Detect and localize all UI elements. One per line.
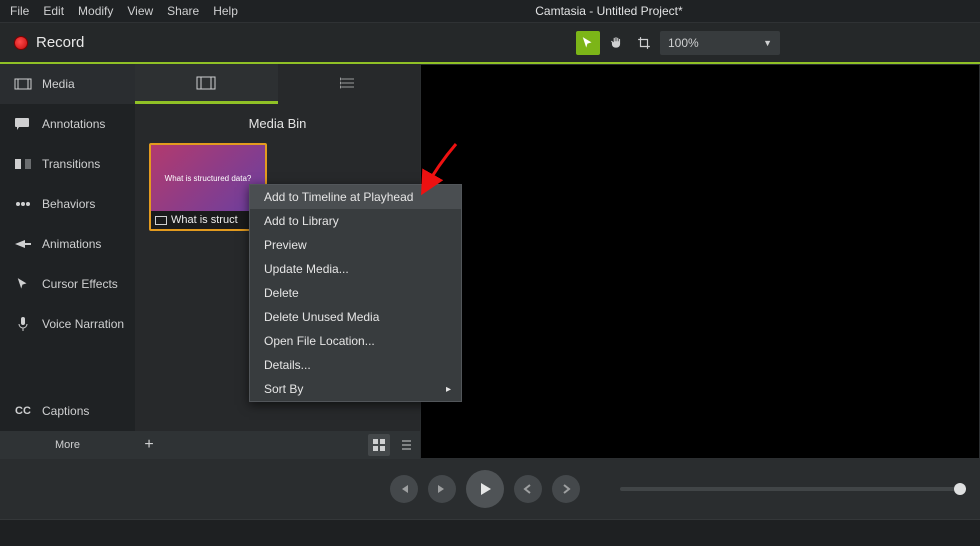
clip-icon xyxy=(155,216,167,225)
sidebar-item-cursor-effects[interactable]: Cursor Effects xyxy=(0,264,135,304)
bin-tab-clips[interactable] xyxy=(135,64,278,104)
cm-preview[interactable]: Preview xyxy=(250,233,461,257)
sidebar-item-label: Behaviors xyxy=(42,197,95,211)
cm-update-media[interactable]: Update Media... xyxy=(250,257,461,281)
menu-help[interactable]: Help xyxy=(213,4,238,18)
pan-tool[interactable] xyxy=(604,31,628,55)
window-title: Camtasia - Untitled Project* xyxy=(238,4,980,18)
menu-modify[interactable]: Modify xyxy=(78,4,113,18)
clip-label-row: What is struct xyxy=(151,211,265,229)
sidebar-item-label: Animations xyxy=(42,237,101,251)
cm-delete[interactable]: Delete xyxy=(250,281,461,305)
next-frame-button[interactable] xyxy=(428,475,456,503)
playback-track[interactable] xyxy=(620,487,960,491)
step-forward-button[interactable] xyxy=(552,475,580,503)
sidebar-item-captions[interactable]: CC Captions xyxy=(0,391,135,431)
grid-view-button[interactable] xyxy=(368,434,390,456)
sidebar-item-label: Annotations xyxy=(42,117,105,131)
list-view-button[interactable] xyxy=(394,434,416,456)
sidebar-item-media[interactable]: Media xyxy=(0,64,135,104)
timeline-area[interactable] xyxy=(0,519,980,546)
context-menu: Add to Timeline at Playhead Add to Libra… xyxy=(249,184,462,402)
animations-icon xyxy=(14,237,32,251)
select-tool[interactable] xyxy=(576,31,600,55)
sidebar-item-transitions[interactable]: Transitions xyxy=(0,144,135,184)
captions-icon: CC xyxy=(14,404,32,418)
sidebar-item-label: Cursor Effects xyxy=(42,277,118,291)
media-icon xyxy=(14,77,32,91)
menu-view[interactable]: View xyxy=(127,4,153,18)
record-button[interactable]: Record xyxy=(0,34,84,51)
sidebar-item-behaviors[interactable]: Behaviors xyxy=(0,184,135,224)
sidebar-item-label: Voice Narration xyxy=(42,317,124,331)
record-icon xyxy=(14,36,28,50)
cursor-effects-icon xyxy=(14,277,32,291)
bin-tab-library[interactable] xyxy=(278,64,421,104)
zoom-dropdown[interactable]: 100% ▼ xyxy=(660,31,780,55)
tool-sidebar: Media Annotations Transitions Behaviors … xyxy=(0,64,135,459)
mic-icon xyxy=(14,317,32,331)
main-toolbar: Record 100% ▼ xyxy=(0,22,980,62)
sidebar-more[interactable]: More xyxy=(0,431,135,459)
cm-add-library[interactable]: Add to Library xyxy=(250,209,461,233)
cm-add-timeline[interactable]: Add to Timeline at Playhead xyxy=(250,185,461,209)
playback-bar xyxy=(0,459,980,519)
prev-frame-button[interactable] xyxy=(390,475,418,503)
cm-open-location[interactable]: Open File Location... xyxy=(250,329,461,353)
menu-edit[interactable]: Edit xyxy=(43,4,64,18)
play-button[interactable] xyxy=(466,470,504,508)
preview-canvas[interactable] xyxy=(420,64,980,459)
menu-share[interactable]: Share xyxy=(167,4,199,18)
cm-details[interactable]: Details... xyxy=(250,353,461,377)
sidebar-item-label: Transitions xyxy=(42,157,100,171)
sidebar-item-label: Captions xyxy=(42,404,89,418)
clip-thumbnail: What is structured data? xyxy=(151,145,265,211)
cm-sort-by[interactable]: Sort By xyxy=(250,377,461,401)
sidebar-item-annotations[interactable]: Annotations xyxy=(0,104,135,144)
menubar: File Edit Modify View Share Help Camtasi… xyxy=(0,0,980,22)
sidebar-item-voice-narration[interactable]: Voice Narration xyxy=(0,304,135,344)
menu-file[interactable]: File xyxy=(10,4,29,18)
chevron-down-icon: ▼ xyxy=(763,38,772,48)
crop-tool[interactable] xyxy=(632,31,656,55)
behaviors-icon xyxy=(14,197,32,211)
sidebar-item-animations[interactable]: Animations xyxy=(0,224,135,264)
clip-label: What is struct xyxy=(171,214,238,226)
step-back-button[interactable] xyxy=(514,475,542,503)
add-media-button[interactable]: + xyxy=(135,436,163,454)
annotations-icon xyxy=(14,117,32,131)
workspace: Media Annotations Transitions Behaviors … xyxy=(0,64,980,459)
transitions-icon xyxy=(14,157,32,171)
playhead-dot[interactable] xyxy=(954,483,966,495)
bin-title: Media Bin xyxy=(135,104,420,143)
sidebar-item-label: Media xyxy=(42,77,75,91)
cm-delete-unused[interactable]: Delete Unused Media xyxy=(250,305,461,329)
zoom-value: 100% xyxy=(668,36,699,50)
record-label: Record xyxy=(36,34,84,51)
